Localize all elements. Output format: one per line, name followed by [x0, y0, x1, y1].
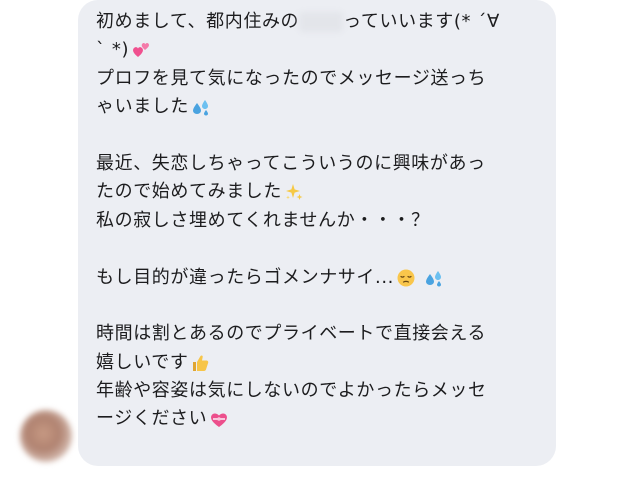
message-line: 最近、失恋しちゃってこういうのに興味があっ [96, 150, 540, 178]
message-line: 嬉しいです [96, 349, 540, 377]
message-line: 年齢や容姿は気にしないのでよかったらメッセ [96, 377, 540, 405]
message-text: 年齢や容姿は気にしないのでよかったらメッセ [96, 380, 487, 402]
message-line: 私の寂しさ埋めてくれませんか・・・？ [96, 207, 540, 235]
message-line: プロフを見て気になったのでメッセージ送っち [96, 65, 540, 93]
message-line [96, 235, 540, 263]
heart-with-ribbon-icon [209, 409, 229, 429]
message-text: たので始めてみました [96, 181, 282, 203]
message-text: ゃいました [96, 96, 189, 118]
message-text: プロフを見て気になったのでメッセージ送っち [96, 67, 487, 89]
message-text: 最近、失恋しちゃってこういうのに興味があっ [96, 152, 486, 174]
message-text: 初めまして、都内住みの [96, 11, 300, 32]
sender-avatar[interactable] [20, 410, 72, 462]
thumbs-up-icon [190, 353, 210, 373]
message-text: ージください [96, 408, 208, 430]
message-text: 私の寂しさ埋めてくれませんか・・・？ [96, 209, 430, 231]
message-line: ージください [96, 405, 540, 433]
two-hearts-icon [131, 40, 151, 60]
message-line: ` *) [96, 36, 540, 64]
sweat-droplets-icon [424, 268, 444, 288]
redacted-name [299, 12, 344, 32]
message-line: 初めまして、都内住みの っていいます(* ´∀ [96, 8, 540, 36]
message-text: ` *) [96, 39, 130, 61]
message-text: っていいます(* ´∀ [343, 11, 500, 32]
message-line [96, 122, 540, 150]
message-line: たので始めてみました [96, 178, 540, 206]
chat-screen: 初めまして、都内住みの っていいます(* ´∀ ` *) プロフを見て気になったの… [0, 0, 640, 479]
sweat-droplets-icon [191, 97, 211, 117]
pensive-face-icon [396, 268, 416, 288]
message-line [96, 292, 540, 320]
message-text: 時間は割とあるのでプライベートで直接会える [96, 323, 487, 345]
message-line: ゃいました [96, 93, 540, 121]
message-bubble[interactable]: 初めまして、都内住みの っていいます(* ´∀ ` *) プロフを見て気になったの… [78, 0, 556, 466]
message-text: もし目的が違ったらゴメンナサイ... [96, 266, 394, 288]
message-line: 時間は割とあるのでプライベートで直接会える [96, 320, 540, 348]
message-line: もし目的が違ったらゴメンナサイ... [96, 264, 540, 292]
sparkles-icon [284, 182, 304, 202]
message-text: 嬉しいです [96, 351, 189, 373]
